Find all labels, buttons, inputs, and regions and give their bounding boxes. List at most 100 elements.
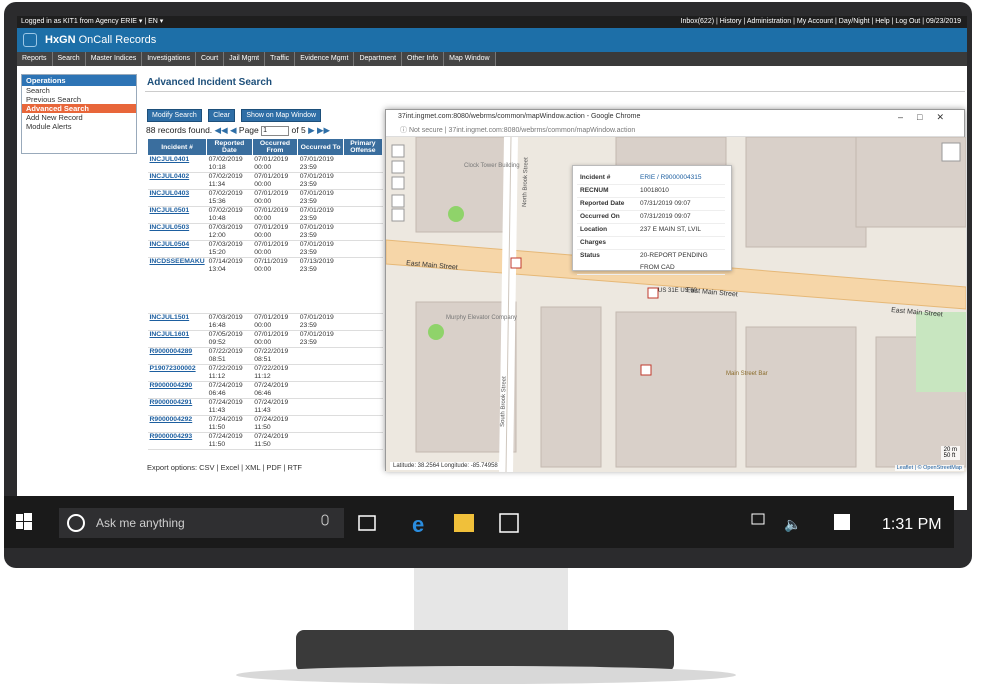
prev-page-icon[interactable]: ◀ [230, 125, 237, 135]
user-menu[interactable]: Inbox(622) | History | Administration | … [681, 16, 961, 28]
table-row[interactable]: R9000004292 07/24/2019 11:50 07/24/2019 11… [147, 415, 383, 433]
col-primary-offense[interactable]: Primary Offense [342, 138, 384, 156]
sidebar-item-module-alerts[interactable]: Module Alerts [22, 122, 136, 131]
export-excel[interactable]: Excel [221, 463, 239, 472]
col-occurred-from[interactable]: Occurred From [251, 138, 299, 156]
table-row[interactable]: P19072300002 07/22/2019 11:12 07/22/2019 1… [147, 364, 383, 382]
sidebar-item-add-new-record[interactable]: Add New Record [22, 113, 136, 122]
nav-evidence-mgmt[interactable]: Evidence Mgmt [295, 52, 355, 66]
window-controls[interactable]: –□✕ [898, 110, 958, 124]
incident-link[interactable]: R9000004290 [147, 381, 207, 399]
incident-link[interactable]: INCJUL0403 [147, 189, 207, 207]
popup-key: Status [577, 249, 637, 275]
nav-master-indices[interactable]: Master Indices [85, 52, 143, 66]
volume-icon[interactable]: 🔈 [784, 516, 801, 533]
store-icon[interactable] [499, 513, 519, 533]
nav-map-window[interactable]: Map Window [444, 52, 496, 66]
table-cell: 07/13/2019 23:59 [297, 257, 344, 314]
nav-investigations[interactable]: Investigations [142, 52, 197, 66]
incident-link[interactable]: INCJUL1601 [147, 330, 207, 348]
table-cell: 07/22/2019 11:12 [252, 364, 298, 382]
clock[interactable]: 1:31 PM [882, 516, 942, 533]
action-center-icon[interactable] [834, 514, 850, 530]
nav-jail-mgmt[interactable]: Jail Mgmt [224, 52, 266, 66]
incident-link[interactable]: R9000004291 [147, 398, 207, 416]
url-text[interactable]: 37int.ingmet.com:8080/webrms/common/mapW… [449, 127, 636, 134]
popup-key: Location [577, 223, 637, 237]
table-row[interactable]: INCJUL0403 07/02/2019 15:36 07/01/2019 00:… [147, 189, 383, 207]
nav-search[interactable]: Search [52, 52, 86, 66]
table-row[interactable]: INCJUL1501 07/03/2019 16:48 07/01/2019 00:… [147, 313, 383, 331]
incident-link[interactable]: R9000004289 [147, 347, 207, 365]
incident-link[interactable]: INCJUL0401 [147, 155, 207, 173]
nav-department[interactable]: Department [354, 52, 403, 66]
show-on-map-button[interactable]: Show on Map Window [241, 109, 322, 122]
table-row[interactable]: INCJUL1601 07/05/2019 09:52 07/01/2019 00:… [147, 330, 383, 348]
table-cell: 07/03/2019 15:20 [206, 240, 253, 258]
table-row[interactable]: R9000004291 07/24/2019 11:43 07/24/2019 11… [147, 398, 383, 416]
col-incident[interactable]: Incident # [146, 138, 208, 156]
sidebar-item-previous-search[interactable]: Previous Search [22, 95, 136, 104]
start-icon[interactable] [16, 514, 23, 521]
next-page-icon[interactable]: ▶ [308, 125, 315, 135]
export-xml[interactable]: XML [245, 463, 260, 472]
incident-link[interactable]: INCJUL1501 [147, 313, 207, 331]
table-row[interactable]: INCJUL0501 07/02/2019 10:48 07/01/2019 00:… [147, 206, 383, 224]
incident-popup[interactable]: Incident # ERIE / R9000004315 RECNUM 100180… [572, 165, 732, 275]
address-bar[interactable]: ⓘ Not secure | 37int.ingmet.com:8080/web… [386, 124, 964, 137]
task-view-icon[interactable] [358, 515, 376, 531]
table-cell: 07/01/2019 00:00 [252, 155, 298, 173]
monitor-bezel: Logged in as KIT1 from Agency ERIE ▾ | E… [4, 2, 972, 568]
popup-incident-link[interactable]: ERIE / R9000004315 [637, 172, 725, 185]
page-input[interactable]: 1 [261, 125, 290, 136]
login-info[interactable]: Logged in as KIT1 from Agency ERIE ▾ | E… [21, 18, 163, 25]
first-page-icon[interactable]: ◀◀ [215, 125, 228, 135]
nav-reports[interactable]: Reports [17, 52, 53, 66]
records-found: 88 records found. [146, 125, 213, 135]
incident-link[interactable]: P19072300002 [147, 364, 207, 382]
map-window-titlebar[interactable]: 37int.ingmet.com:8080/webrms/common/mapW… [386, 110, 964, 124]
sidebar-item-advanced-search[interactable]: Advanced Search [22, 104, 136, 113]
table-cell [343, 364, 383, 382]
table-row[interactable]: R9000004289 07/22/2019 08:51 07/22/2019 08… [147, 347, 383, 365]
modify-search-button[interactable]: Modify Search [147, 109, 202, 122]
table-row[interactable]: INCJUL0503 07/03/2019 12:00 07/01/2019 00:… [147, 223, 383, 241]
network-icon[interactable] [751, 513, 765, 525]
table-row[interactable]: INCJUL0504 07/03/2019 15:20 07/01/2019 00:… [147, 240, 383, 258]
export-pdf[interactable]: PDF [266, 463, 281, 472]
table-row[interactable]: INCJUL0401 07/02/2019 10:18 07/01/2019 00:… [147, 155, 383, 173]
incident-link[interactable]: INCJUL0503 [147, 223, 207, 241]
incident-link[interactable]: INCDSSEEMAKU [147, 257, 207, 314]
table-cell: 07/24/2019 11:43 [206, 398, 253, 416]
export-csv[interactable]: CSV [199, 463, 214, 472]
place-main-street-bar: Main Street Bar [726, 371, 768, 377]
col-occurred-to[interactable]: Occurred To [297, 138, 344, 156]
map-attribution[interactable]: Leaflet | © OpenStreetMap [894, 465, 964, 471]
table-row[interactable]: INCDSSEEMAKU 07/14/2019 13:04 07/11/2019 0… [147, 257, 383, 314]
table-cell [297, 432, 344, 450]
table-row[interactable]: R9000004290 07/24/2019 06:46 07/24/2019 06… [147, 381, 383, 399]
incident-link[interactable]: INCJUL0501 [147, 206, 207, 224]
table-cell [297, 381, 344, 399]
export-rtf[interactable]: RTF [288, 463, 302, 472]
incident-link[interactable]: INCJUL0402 [147, 172, 207, 190]
clear-button[interactable]: Clear [208, 109, 235, 122]
popup-key: Incident # [577, 172, 637, 185]
map-canvas[interactable]: East Main Street East Main Street East M… [386, 137, 966, 472]
incident-link[interactable]: R9000004292 [147, 415, 207, 433]
table-cell [343, 155, 383, 173]
col-reported[interactable]: Reported Date [206, 138, 253, 156]
nav-traffic[interactable]: Traffic [265, 52, 296, 66]
edge-icon[interactable]: e [412, 512, 424, 537]
nav-other-info[interactable]: Other Info [402, 52, 445, 66]
table-cell: 07/01/2019 00:00 [252, 206, 298, 224]
nav-court[interactable]: Court [196, 52, 225, 66]
table-row[interactable]: R9000004293 07/24/2019 11:50 07/24/2019 11… [147, 432, 383, 450]
file-explorer-icon[interactable] [454, 514, 474, 532]
incident-link[interactable]: R9000004293 [147, 432, 207, 450]
table-row[interactable]: INCJUL0402 07/02/2019 11:34 07/01/2019 00:… [147, 172, 383, 190]
incident-link[interactable]: INCJUL0504 [147, 240, 207, 258]
sidebar-item-search[interactable]: Search [22, 86, 136, 95]
table-cell: 07/01/2019 23:59 [297, 206, 344, 224]
last-page-icon[interactable]: ▶▶ [317, 125, 330, 135]
